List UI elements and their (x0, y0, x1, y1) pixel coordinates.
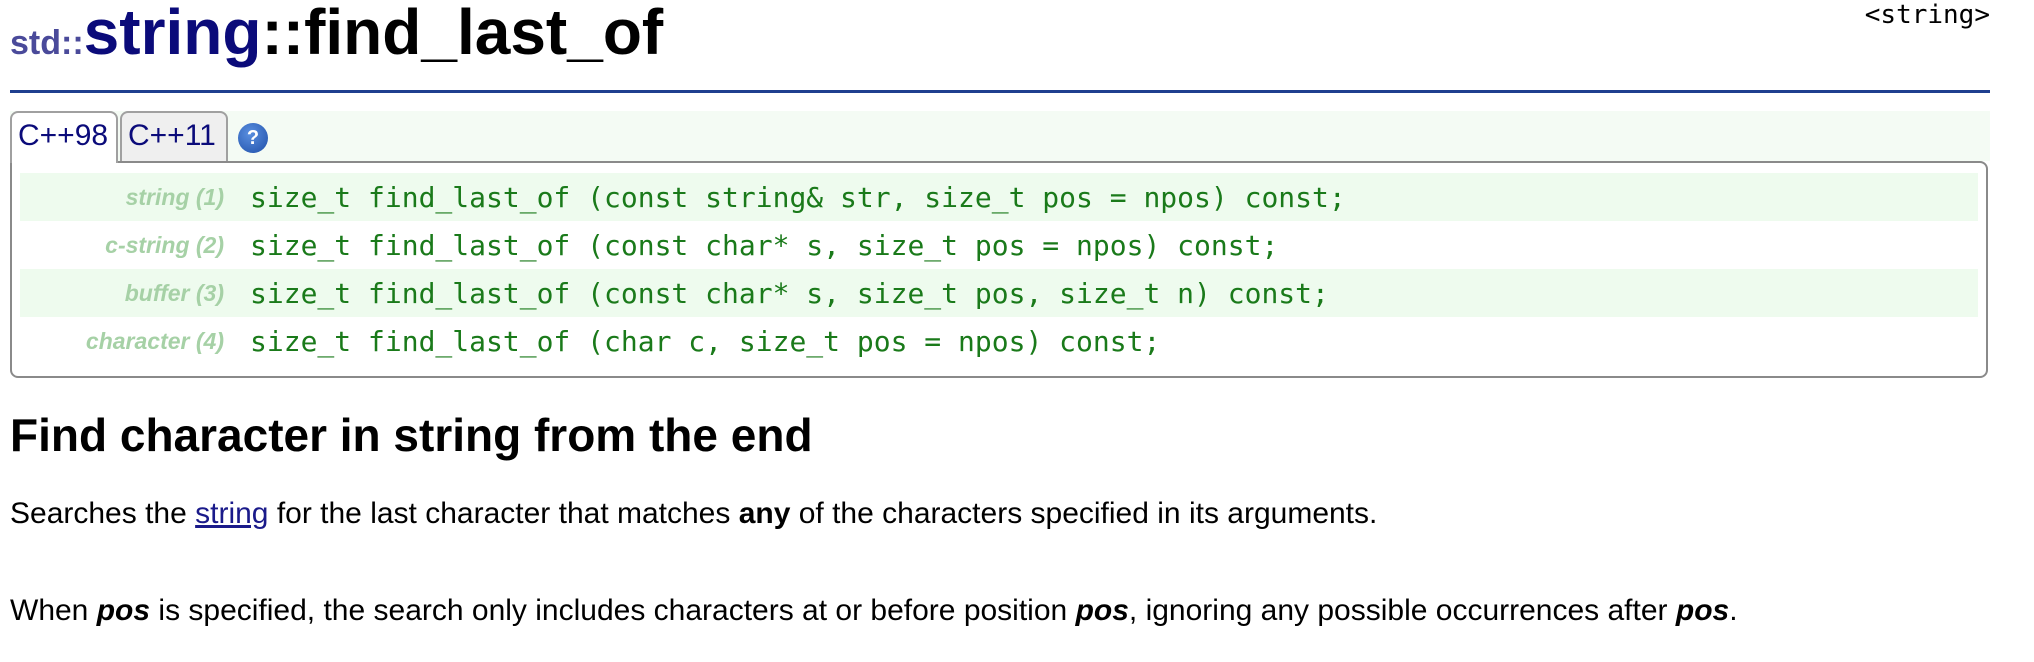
para-text: . (1729, 594, 1738, 627)
prototype-code: size_t find_last_of (const char* s, size… (250, 276, 1329, 310)
para-text: is specified, the search only includes c… (150, 594, 1076, 627)
header-file-tag: <string> (1864, 0, 1990, 30)
prototype-row: c-string (2) size_t find_last_of (const … (20, 221, 1978, 269)
emphasis-text: any (738, 497, 791, 530)
para-text: for the last character that matches (268, 497, 739, 530)
para-text: When (10, 594, 97, 627)
pos-paragraph: When pos is specified, the search only i… (10, 594, 1738, 628)
tab-cpp11[interactable]: C++11 (120, 111, 228, 161)
tab-cpp98[interactable]: C++98 (10, 111, 118, 163)
prototype-code: size_t find_last_of (const char* s, size… (250, 228, 1279, 262)
para-text: of the characters specified in its argum… (790, 497, 1378, 530)
function-name-label: find_last_of (304, 0, 664, 68)
help-icon[interactable]: ? (238, 123, 268, 153)
prototype-row: character (4) size_t find_last_of (char … (20, 317, 1978, 365)
description-paragraph: Searches the string for the last charact… (10, 497, 1377, 531)
section-heading: Find character in string from the end (10, 409, 813, 461)
prototype-label: buffer (3) (124, 279, 224, 306)
page-header: std::string::find_last_of <string> (10, 0, 1990, 93)
prototype-label: c-string (2) (105, 231, 224, 258)
version-tab-bar: C++98 C++11 ? (10, 111, 1990, 163)
string-link[interactable]: string (195, 497, 268, 530)
para-text: , ignoring any possible occurrences afte… (1128, 594, 1676, 627)
prototype-label: string (1) (125, 183, 224, 210)
prototype-table: string (1) size_t find_last_of (const st… (10, 161, 1988, 378)
scope-separator: :: (261, 0, 305, 68)
argument-reference: pos (1675, 594, 1730, 627)
reference-page: std::string::find_last_of <string> C++98… (10, 0, 1990, 627)
prototype-code: size_t find_last_of (const string& str, … (250, 180, 1346, 214)
namespace-label: std:: (10, 24, 84, 62)
prototype-label: character (4) (85, 327, 224, 354)
prototype-row: buffer (3) size_t find_last_of (const ch… (20, 269, 1978, 317)
prototype-row: string (1) size_t find_last_of (const st… (20, 173, 1978, 221)
argument-reference: pos (1075, 594, 1129, 627)
argument-reference: pos (96, 594, 151, 627)
prototype-code: size_t find_last_of (char c, size_t pos … (250, 324, 1161, 358)
page-title: std::string::find_last_of (10, 0, 663, 64)
class-name-label: string (83, 0, 262, 68)
para-text: Searches the (10, 497, 196, 530)
